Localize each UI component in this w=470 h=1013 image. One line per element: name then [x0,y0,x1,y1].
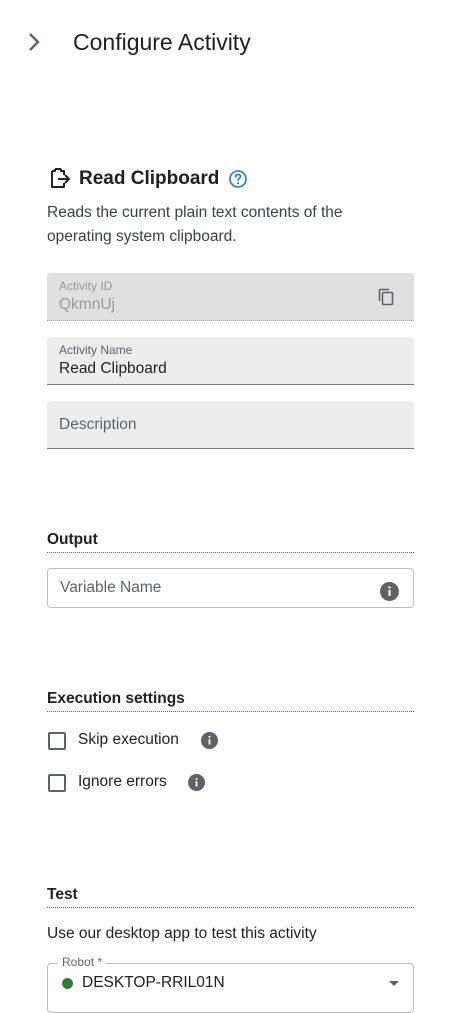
test-section-title: Test [47,885,414,908]
activity-title: Read Clipboard [79,168,220,189]
variable-name-placeholder: Variable Name [60,579,162,596]
skip-execution-info-icon[interactable] [201,732,218,749]
ignore-errors-label[interactable]: Ignore errors [78,773,167,791]
description-placeholder: Description [59,416,137,433]
chevron-right-icon [29,33,40,51]
description-field[interactable]: Description [47,401,414,449]
copy-icon[interactable] [376,287,396,307]
ignore-errors-checkbox[interactable] [48,774,66,792]
activity-id-label: Activity ID [59,279,113,293]
robot-status-dot [62,978,73,989]
activity-name-label: Activity Name [59,343,133,357]
robot-value: DESKTOP-RRIL01N [82,974,225,991]
page-title: Configure Activity [73,29,251,55]
activity-id-field: Activity ID QkmnUj [47,273,414,321]
output-section-title: Output [47,530,414,553]
execution-settings-title: Execution settings [47,689,414,712]
ignore-errors-info-icon[interactable] [188,774,205,791]
skip-execution-checkbox[interactable] [48,732,66,750]
activity-id-value: QkmnUj [59,296,115,313]
clipboard-icon [47,166,71,190]
expand-chevron-button[interactable] [24,30,44,54]
activity-name-field[interactable]: Activity Name Read Clipboard [47,337,414,385]
robot-select[interactable]: Robot * DESKTOP-RRIL01N [47,955,414,1013]
help-icon[interactable] [228,169,248,189]
test-description: Use our desktop app to test this activit… [47,925,317,942]
variable-name-input[interactable]: Variable Name [47,568,414,608]
activity-description: Reads the current plain text contents of… [47,204,343,245]
activity-name-value[interactable]: Read Clipboard [59,360,167,378]
skip-execution-label[interactable]: Skip execution [78,731,179,749]
info-icon[interactable] [380,582,399,601]
dropdown-caret-icon [389,981,399,986]
robot-label: Robot * [58,955,107,969]
